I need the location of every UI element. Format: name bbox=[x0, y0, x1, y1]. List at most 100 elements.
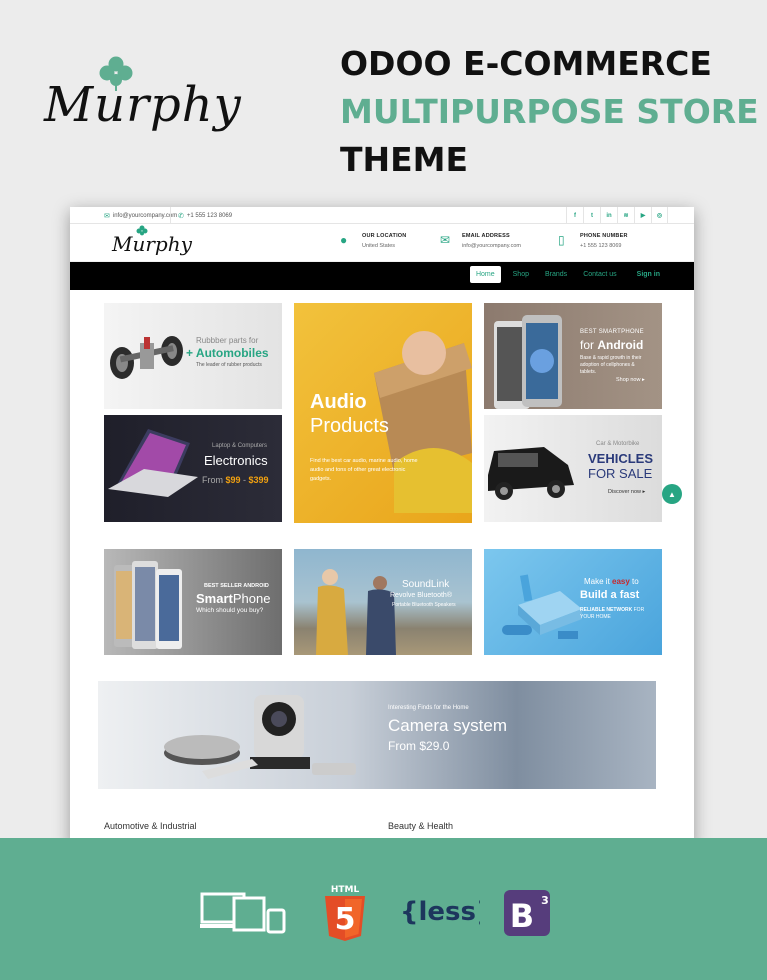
banner-android[interactable]: BEST SMARTPHONE for Android Base & rapid… bbox=[484, 303, 662, 409]
youtube-icon[interactable]: ▶ bbox=[634, 207, 651, 224]
camera-line3: From $29.0 bbox=[388, 739, 449, 753]
smartphone-image bbox=[494, 315, 562, 409]
camera-price: $29.0 bbox=[419, 739, 450, 753]
category-right[interactable]: Beauty & Health bbox=[388, 821, 453, 831]
location-title: OUR LOCATION bbox=[362, 233, 407, 239]
rss-icon[interactable]: ≋ bbox=[617, 207, 634, 224]
category-left[interactable]: Automotive & Industrial bbox=[104, 821, 197, 831]
website-preview: ✉ info@yourcompany.com ✆ +1 555 123 8069… bbox=[70, 207, 694, 847]
info-phone: ▯ PHONE NUMBER +1 555 123 8069 bbox=[558, 233, 628, 249]
hero: Murphy ODOO E-COMMERCE MULTIPURPOSE STOR… bbox=[0, 0, 767, 205]
banner-soundlink[interactable]: SoundLink Revolve Bluetooth® Portable Bl… bbox=[294, 549, 472, 655]
banner-audio[interactable]: Audio Products Find the best car audio, … bbox=[294, 303, 472, 523]
devices-icon bbox=[200, 892, 286, 934]
banner-network[interactable]: Make it easy to Build a fast RELIABLE NE… bbox=[484, 549, 662, 655]
android-line2b: Android bbox=[597, 338, 644, 352]
vehicles-cta-label: Discover now bbox=[608, 489, 642, 495]
bootstrap-letter: B bbox=[510, 897, 534, 935]
phone-icon: ✆ bbox=[178, 213, 184, 220]
soundlink-line3: Portable Bluetooth Speakers bbox=[392, 602, 456, 608]
nav-menu: Home Shop Brands Contact us Sign in bbox=[469, 266, 664, 283]
network-line1: Make it easy to bbox=[584, 577, 639, 586]
twitter-icon[interactable]: t bbox=[583, 207, 600, 224]
camera-from: From bbox=[388, 739, 420, 753]
banner-electronics[interactable]: Laptop & Computers Electronics From $99 … bbox=[104, 415, 282, 522]
banner-smartphone[interactable]: BEST SELLER ANDROID SmartPhone Which sho… bbox=[104, 549, 282, 655]
audio-line3: Find the best car audio, marine audio, h… bbox=[310, 458, 418, 482]
nav-home[interactable]: Home bbox=[469, 266, 501, 283]
audio-line1: Audio bbox=[310, 391, 367, 413]
linkedin-icon[interactable]: in bbox=[600, 207, 617, 224]
smartphone-line1: BEST SELLER ANDROID bbox=[204, 583, 269, 589]
nav-shop[interactable]: Shop bbox=[509, 266, 533, 283]
headline-line-2: MULTIPURPOSE STORE bbox=[340, 92, 759, 131]
audio-line2: Products bbox=[310, 415, 389, 437]
logo-text: Murphy bbox=[44, 77, 242, 133]
suv-image bbox=[488, 447, 574, 500]
social-links: f t in ≋ ▶ ◎ bbox=[566, 207, 668, 224]
scroll-top-button[interactable]: ▲ bbox=[662, 484, 682, 504]
bootstrap-icon: B 3 bbox=[504, 890, 550, 936]
less-label: {less} bbox=[400, 897, 480, 927]
android-cta[interactable]: Shop now ▸ bbox=[616, 377, 645, 383]
camera-line1: Interesting Finds for the Home bbox=[388, 705, 469, 711]
nav-bar: Home Shop Brands Contact us Sign in bbox=[70, 262, 694, 290]
info-location: ● OUR LOCATION United States bbox=[340, 233, 406, 249]
banner-camera[interactable]: Interesting Finds for the Home Camera sy… bbox=[98, 681, 656, 789]
automobiles-line1: Rubbber parts for bbox=[196, 336, 259, 345]
topstrip-email-text: info@yourcompany.com bbox=[112, 213, 178, 219]
phone-value: +1 555 123 8069 bbox=[580, 243, 622, 249]
envelope-icon: ✉ bbox=[440, 233, 451, 247]
camera-system-image bbox=[164, 695, 356, 779]
topstrip-phone[interactable]: ✆ +1 555 123 8069 bbox=[178, 212, 232, 220]
headline-line-3: THEME bbox=[340, 140, 469, 179]
html5-number: 5 bbox=[335, 902, 356, 937]
electronics-from: From bbox=[202, 475, 226, 485]
headline-line-1: ODOO E-COMMERCE bbox=[340, 44, 712, 83]
nav-contact[interactable]: Contact us bbox=[579, 266, 620, 283]
network-line1c: to bbox=[629, 577, 639, 586]
electronics-line3: From $99 - $399 bbox=[202, 475, 269, 485]
vehicles-line2: VEHICLES bbox=[588, 451, 654, 466]
facebook-icon[interactable]: f bbox=[566, 207, 583, 224]
nav-brands[interactable]: Brands bbox=[541, 266, 571, 283]
smartphone-line2b: Phone bbox=[232, 591, 271, 606]
info-email: ✉ EMAIL ADDRESS info@yourcompany.com bbox=[440, 233, 521, 249]
bootstrap-version: 3 bbox=[541, 894, 549, 907]
instagram-icon[interactable]: ◎ bbox=[651, 207, 668, 224]
banner-automobiles[interactable]: Rubbber parts for + Automobiles The lead… bbox=[104, 303, 282, 409]
site-header: Murphy ● OUR LOCATION United States ✉ EM… bbox=[70, 224, 694, 262]
android-line2a: for bbox=[580, 338, 598, 352]
location-value: United States bbox=[362, 243, 396, 249]
phones-image bbox=[114, 561, 182, 649]
network-line1b: easy bbox=[612, 577, 630, 586]
android-line3: Base & rapid growth in their adoption of… bbox=[580, 355, 642, 375]
page-root: Murphy ODOO E-COMMERCE MULTIPURPOSE STOR… bbox=[0, 0, 767, 980]
headline: ODOO E-COMMERCE MULTIPURPOSE STORE THEME bbox=[340, 40, 759, 184]
smartphone-line2a: Smart bbox=[196, 591, 233, 606]
soundlink-line2: Revolve Bluetooth® bbox=[390, 592, 452, 599]
topstrip-email[interactable]: ✉ info@yourcompany.com bbox=[104, 212, 177, 220]
html5-label: HTML bbox=[331, 885, 360, 895]
nav-signin[interactable]: Sign in bbox=[633, 266, 664, 283]
email-value: info@yourcompany.com bbox=[462, 243, 521, 249]
electronics-line2: Electronics bbox=[204, 453, 268, 468]
banner-vehicles[interactable]: Car & Motorbike VEHICLES FOR SALE Discov… bbox=[484, 415, 662, 522]
android-cta-label: Shop now bbox=[616, 377, 641, 383]
camera-line2: Camera system bbox=[388, 716, 508, 735]
android-line2: for Android bbox=[580, 338, 643, 352]
chassis-image bbox=[110, 336, 183, 379]
phone-title: PHONE NUMBER bbox=[580, 233, 628, 239]
electronics-dash: - bbox=[240, 475, 249, 485]
electronics-price-high: $399 bbox=[248, 475, 269, 485]
vehicles-cta[interactable]: Discover now ▸ bbox=[608, 489, 645, 495]
site-logo[interactable]: Murphy bbox=[112, 232, 192, 256]
network-line3: RELIABLE NETWORK FOR YOUR HOME bbox=[580, 607, 648, 621]
automobiles-line3: The leader of rubber products bbox=[196, 362, 262, 368]
network-line1a: Make it bbox=[584, 577, 613, 586]
automobiles-line2: + Automobiles bbox=[186, 346, 269, 360]
envelope-icon: ✉ bbox=[104, 213, 110, 220]
laptop-image bbox=[108, 429, 198, 497]
top-strip: ✉ info@yourcompany.com ✆ +1 555 123 8069… bbox=[70, 207, 694, 224]
electronics-line1: Laptop & Computers bbox=[212, 443, 268, 449]
